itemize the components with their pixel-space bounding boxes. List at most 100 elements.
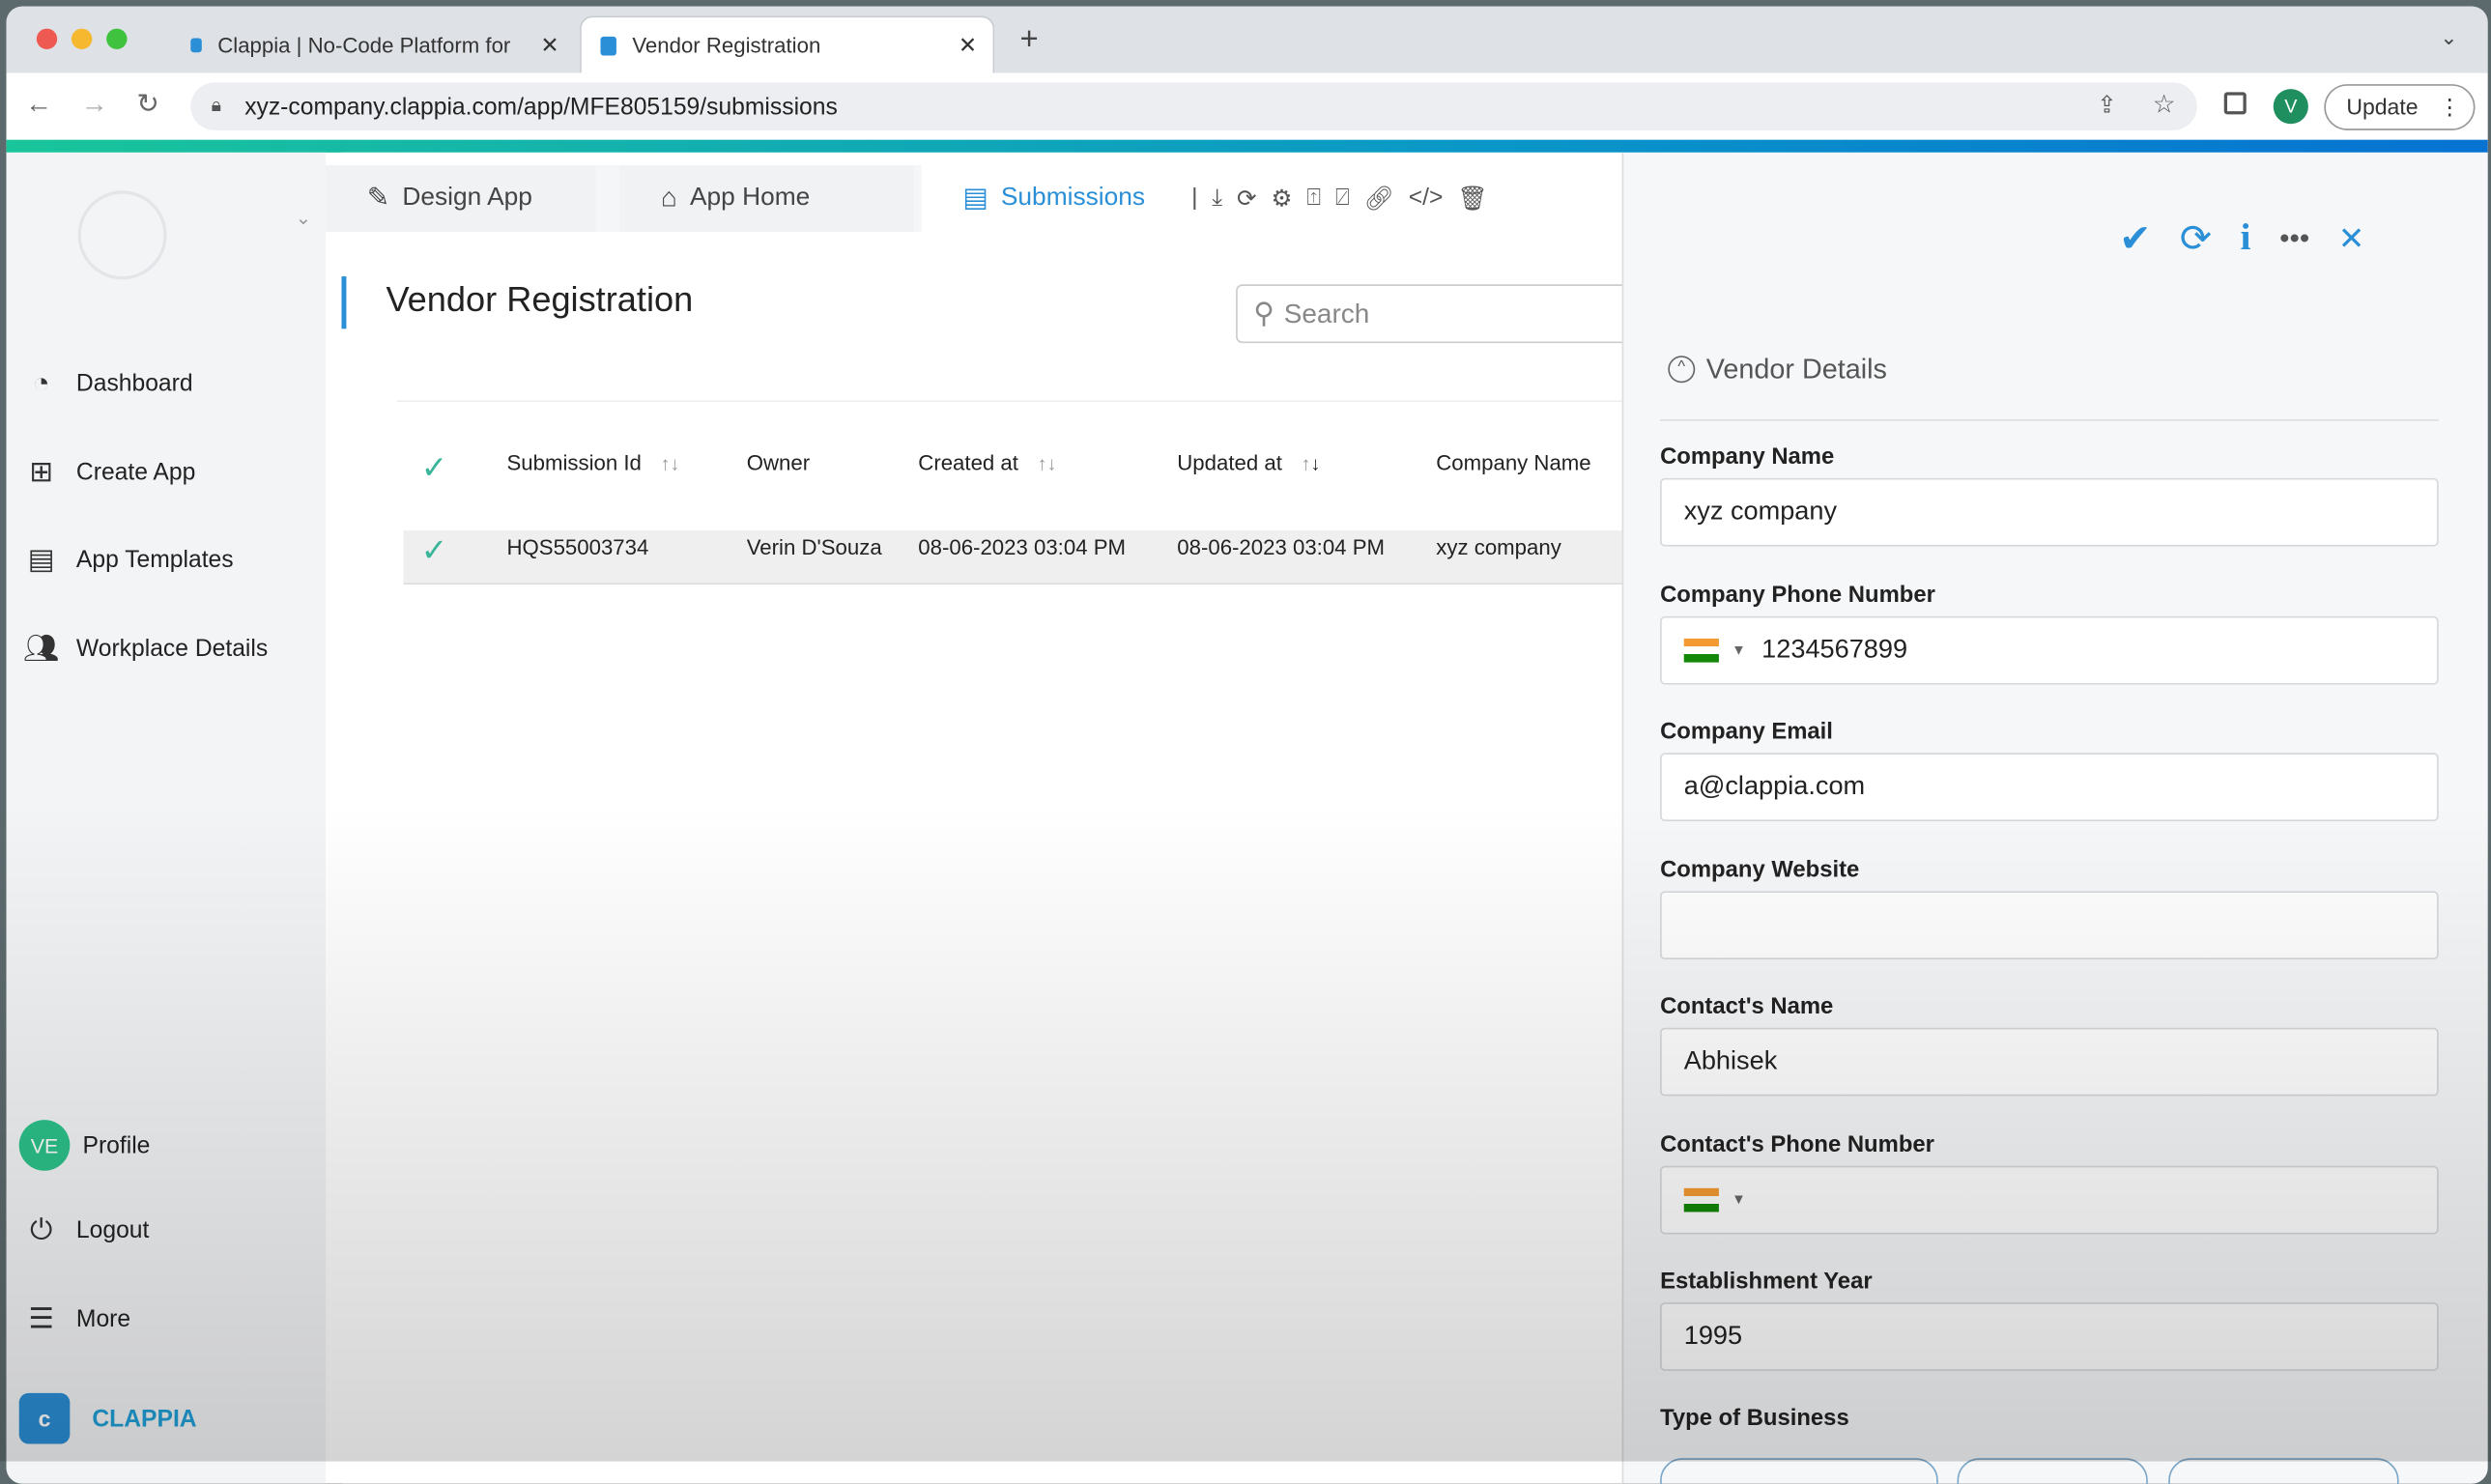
field-label-company-email: Company Email bbox=[1660, 719, 1833, 746]
option-chip[interactable] bbox=[1957, 1458, 2148, 1484]
input-contact-s-name[interactable]: Abhisek bbox=[1660, 1027, 2439, 1097]
caret-down-icon[interactable]: ▼ bbox=[1732, 1191, 1746, 1207]
input-value: 1995 bbox=[1683, 1321, 1743, 1351]
cell-created-at: 08-06-2023 03:04 PM bbox=[918, 535, 1126, 559]
field-label-contact-s-name: Contact's Name bbox=[1660, 994, 1834, 1020]
close-tab-icon[interactable]: ✕ bbox=[959, 32, 977, 59]
brand-name: CLAPPIA bbox=[92, 1405, 197, 1433]
profile-avatar[interactable]: V bbox=[2273, 89, 2308, 125]
tab-title: Vendor Registration bbox=[632, 33, 821, 58]
refresh-icon[interactable]: ⟳ bbox=[1237, 185, 1257, 213]
lock-icon: 🔒︎ bbox=[211, 94, 222, 117]
search-input[interactable]: ⚲ Search bbox=[1236, 284, 1634, 344]
column-header-owner[interactable]: Owner bbox=[747, 451, 810, 475]
forward-icon[interactable]: → bbox=[81, 89, 108, 121]
select-all-check-icon[interactable]: ✓ bbox=[421, 448, 448, 488]
sidebar-item-create-app[interactable]: ⊞ Create App bbox=[19, 453, 195, 491]
sidebar-item-label: More bbox=[75, 1304, 131, 1332]
tab-app-home[interactable]: ⌂ App Home bbox=[619, 164, 914, 233]
sidebar-item-label: Profile bbox=[82, 1131, 151, 1159]
more-horizontal-icon[interactable]: ••• bbox=[2279, 222, 2309, 256]
browser-tab[interactable]: Clappia | No-Code Platform for ✕ bbox=[172, 15, 576, 72]
download-icon[interactable]: ⤓ bbox=[1212, 185, 1222, 214]
browser-window: Clappia | No-Code Platform for ✕ Vendor … bbox=[6, 6, 2488, 1484]
input-company-website[interactable] bbox=[1660, 890, 2439, 959]
sort-icon[interactable]: ↑↓ bbox=[1302, 453, 1321, 475]
cell-owner: Verin D'Souza bbox=[746, 535, 882, 559]
app-tabs: ✎ Design App ⌂ App Home ▤ Submissions | ⤓ ⟳… bbox=[326, 164, 1624, 233]
grid-plus-icon: ⊞ bbox=[29, 455, 54, 487]
share-icon[interactable]: ⇪ bbox=[2097, 91, 2117, 119]
section-header[interactable]: ^ Vendor Details bbox=[1668, 353, 1887, 386]
column-header-submission-id[interactable]: Submission Id ↑↓ bbox=[506, 451, 679, 475]
close-icon[interactable]: ✕ bbox=[2338, 219, 2365, 259]
check-icon[interactable]: ✔ bbox=[2119, 216, 2151, 263]
browser-tab-active[interactable]: Vendor Registration ✕ bbox=[580, 15, 995, 73]
info-icon[interactable]: i bbox=[2241, 217, 2251, 260]
code-icon[interactable]: </> bbox=[1409, 185, 1444, 214]
sidebar-item-workplace-details[interactable]: 👥︎ Workplace Details bbox=[19, 629, 268, 667]
india-flag-icon[interactable] bbox=[1683, 638, 1719, 662]
sidebar-item-label: App Templates bbox=[75, 545, 234, 573]
divider bbox=[397, 400, 1624, 402]
caret-down-icon[interactable]: ▼ bbox=[1732, 642, 1746, 657]
url-text: xyz-company.clappia.com/app/MFE805159/su… bbox=[244, 93, 838, 121]
power-icon: ⏻ bbox=[30, 1213, 53, 1245]
edit-box-icon[interactable]: ⍁ bbox=[1335, 185, 1350, 214]
refresh-icon[interactable]: ⟳ bbox=[2180, 216, 2212, 263]
minimize-window-button[interactable] bbox=[71, 28, 93, 49]
row-check-icon[interactable]: ✓ bbox=[421, 530, 448, 570]
column-header-updated-at[interactable]: Updated at ↑↓ bbox=[1177, 451, 1320, 475]
clappia-favicon bbox=[600, 35, 616, 55]
cell-submission-id: HQS55003734 bbox=[506, 535, 649, 559]
separator: | bbox=[1191, 184, 1198, 212]
input-company-phone-number[interactable]: ▼ 1234567899 bbox=[1660, 615, 2439, 684]
sidebar-item-label: Dashboard bbox=[75, 369, 193, 397]
option-chip[interactable] bbox=[1660, 1458, 1938, 1484]
tab-design-app[interactable]: ✎ Design App bbox=[326, 164, 596, 233]
cell-updated-at: 08-06-2023 03:04 PM bbox=[1177, 535, 1385, 559]
field-label-company-phone-number: Company Phone Number bbox=[1660, 582, 1935, 608]
address-bar-row: ← → ↻ 🔒︎ xyz-company.clappia.com/app/MFE… bbox=[6, 72, 2488, 140]
upload-icon[interactable]: ⍐ bbox=[1306, 185, 1321, 214]
input-establishment-year[interactable]: 1995 bbox=[1660, 1302, 2439, 1371]
sidebar-item-profile[interactable]: VE Profile bbox=[18, 1120, 151, 1171]
chevron-down-icon[interactable]: ⌄ bbox=[296, 207, 312, 229]
sidebar-item-more[interactable]: ☰ More bbox=[19, 1299, 130, 1337]
close-window-button[interactable] bbox=[36, 28, 58, 49]
sort-icon[interactable]: ↑↓ bbox=[1038, 453, 1057, 475]
option-chip[interactable] bbox=[2168, 1458, 2399, 1484]
tab-bar: Clappia | No-Code Platform for ✕ Vendor … bbox=[6, 6, 2488, 73]
field-label-company-name: Company Name bbox=[1660, 444, 1835, 471]
sidebar-item-dashboard[interactable]: ◔ Dashboard bbox=[19, 363, 193, 401]
india-flag-icon[interactable] bbox=[1683, 1186, 1719, 1212]
tab-label: Submissions bbox=[1000, 184, 1146, 212]
home-icon: ⌂ bbox=[660, 183, 677, 214]
workspace-logo[interactable] bbox=[77, 190, 167, 280]
reload-icon[interactable]: ↻ bbox=[136, 89, 158, 121]
avatar: VE bbox=[18, 1120, 71, 1171]
input-company-email[interactable]: a@clappia.com bbox=[1660, 753, 2439, 821]
sidebar-item-app-templates[interactable]: ▤ App Templates bbox=[19, 540, 234, 578]
column-header-company-name[interactable]: Company Name bbox=[1436, 451, 1590, 475]
maximize-window-button[interactable] bbox=[106, 28, 128, 49]
close-tab-icon[interactable]: ✕ bbox=[540, 31, 558, 58]
link-icon[interactable]: 🔗︎ bbox=[1364, 185, 1394, 213]
input-contact-s-phone-number[interactable]: ▼ bbox=[1660, 1164, 2439, 1234]
sidebar: ⌄ ◔ Dashboard ⊞ Create App ▤ App Templates … bbox=[6, 152, 327, 1484]
users-icon: 👥︎ bbox=[22, 631, 60, 664]
new-tab-icon[interactable]: + bbox=[1020, 22, 1039, 59]
sidebar-item-logout[interactable]: ⏻ Logout bbox=[19, 1211, 149, 1248]
update-button[interactable]: Update ⋮ bbox=[2324, 84, 2476, 130]
star-icon[interactable]: ☆ bbox=[2153, 89, 2176, 121]
sort-icon[interactable]: ↑↓ bbox=[661, 453, 680, 475]
sidepanel-icon[interactable] bbox=[2223, 92, 2247, 115]
input-value: a@clappia.com bbox=[1683, 772, 1866, 801]
input-company-name[interactable]: xyz company bbox=[1660, 477, 2439, 547]
gear-icon[interactable]: ⚙ bbox=[1271, 185, 1292, 213]
column-header-created-at[interactable]: Created at ↑↓ bbox=[918, 451, 1056, 475]
url-field[interactable]: 🔒︎ xyz-company.clappia.com/app/MFE805159… bbox=[190, 82, 2197, 130]
chevron-down-icon[interactable]: ⌄ bbox=[2440, 25, 2457, 50]
back-icon[interactable]: ← bbox=[25, 89, 52, 121]
delete-icon[interactable]: 🗑︎ bbox=[1457, 185, 1487, 213]
